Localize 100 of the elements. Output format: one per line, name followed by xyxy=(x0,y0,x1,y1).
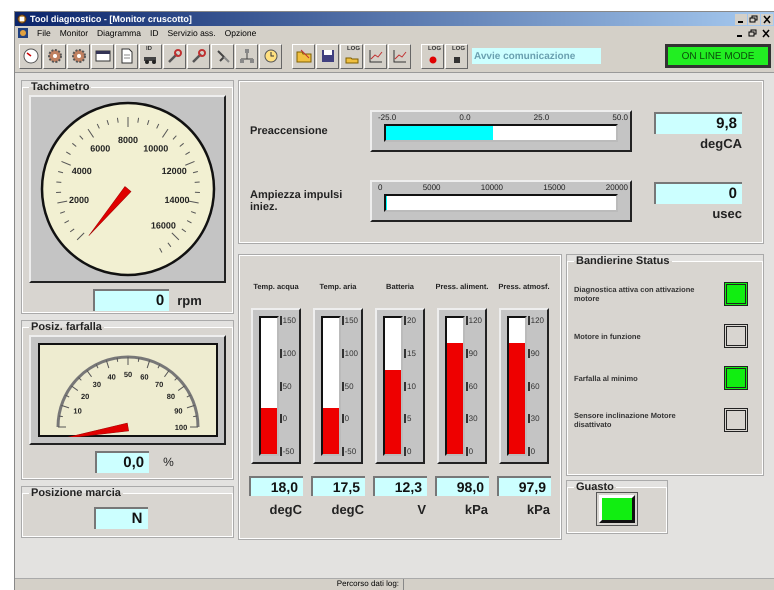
scale-label: 2000 xyxy=(68,194,88,205)
unit-label: usec xyxy=(712,206,742,220)
scale-label: 50 xyxy=(280,382,296,390)
close-icon[interactable] xyxy=(760,28,772,38)
scale-label: 6000 xyxy=(90,143,110,154)
panel-title: Posiz. farfalla xyxy=(30,321,103,333)
toolbar-button[interactable] xyxy=(388,44,411,68)
panel-title: Posizione marcia xyxy=(30,487,122,499)
restore-icon[interactable] xyxy=(748,14,760,24)
value-display: N xyxy=(94,507,148,529)
toolbar-button[interactable] xyxy=(43,44,66,68)
scale-label: -50 xyxy=(280,447,296,456)
scale-label: 90 xyxy=(466,348,482,358)
scale-label: 0 xyxy=(378,183,382,192)
gear-icon xyxy=(70,47,88,65)
network-icon xyxy=(238,47,256,65)
unit-label: kPa xyxy=(526,502,550,517)
stop-icon xyxy=(452,56,460,64)
value-display: 0,0 xyxy=(95,451,150,473)
scale-label: 15000 xyxy=(543,183,566,192)
meter-label: Ampiezza impulsi iniez. xyxy=(250,189,344,213)
scale-label: 0 xyxy=(342,414,358,424)
mode-indicator: ON LINE MODE xyxy=(665,44,771,68)
unit-label: rpm xyxy=(177,292,202,308)
scale-label: -25.0 xyxy=(378,113,396,122)
toolbar-button[interactable] xyxy=(115,44,138,68)
scale-label: 150 xyxy=(280,316,296,325)
record-icon xyxy=(428,56,436,64)
scale-label: 0.0 xyxy=(459,113,471,122)
document-window-icon xyxy=(18,28,28,38)
scale-label: 12000 xyxy=(161,166,186,176)
menu-item[interactable]: Monitor xyxy=(60,28,88,38)
scale-label: 14000 xyxy=(164,194,190,205)
restore-icon[interactable] xyxy=(747,28,759,38)
window-title: Tool diagnostico - [Monitor cruscotto] xyxy=(30,14,193,24)
clock-icon xyxy=(262,47,280,65)
menu-item[interactable]: Servizio ass. xyxy=(167,28,216,38)
toolbar-button[interactable] xyxy=(235,44,258,68)
scale-label: 0 xyxy=(528,447,544,456)
value-display: 18,0 xyxy=(249,476,303,496)
menu-item[interactable]: Opzione xyxy=(224,28,256,38)
toolbar-button[interactable] xyxy=(259,44,282,68)
close-icon[interactable] xyxy=(761,14,773,24)
scale-label: 0 xyxy=(404,447,416,456)
scale-label: 20000 xyxy=(606,183,628,192)
status-field: Avvie comunicazione xyxy=(472,48,601,64)
scale-label: 15 xyxy=(404,348,416,358)
scale-label: 20 xyxy=(404,316,416,325)
scale-label: 10000 xyxy=(142,143,168,154)
menu-item[interactable]: Diagramma xyxy=(97,28,141,38)
wrench-icon xyxy=(190,47,208,65)
scale-label: -50 xyxy=(342,447,358,456)
toolbar-button[interactable] xyxy=(316,44,339,68)
scale-label: 100 xyxy=(280,348,296,358)
unit-label: degC xyxy=(332,502,364,517)
scale-label: 60 xyxy=(466,382,482,390)
scale-label: 4000 xyxy=(71,166,92,176)
status-bar-text: Percorso dati log: xyxy=(15,579,404,590)
toolbar-button[interactable] xyxy=(292,44,315,68)
value-display: 9,8 xyxy=(654,112,742,134)
meter-label: Preaccensione xyxy=(250,125,329,137)
app-icon xyxy=(17,14,27,24)
toolbar-button[interactable] xyxy=(19,44,42,68)
scale-label: 5 xyxy=(404,414,416,424)
toolbar-button[interactable] xyxy=(91,44,114,68)
panel-title: Bandierine Status xyxy=(575,255,671,267)
panel-title: Tachimetro xyxy=(30,81,90,93)
scale-label: 30 xyxy=(466,414,482,424)
value-display: 0 xyxy=(654,182,742,204)
scale-label: 60 xyxy=(528,382,544,390)
toolbar-button[interactable] xyxy=(187,44,210,68)
gear-icon xyxy=(46,47,64,65)
unit-label: kPa xyxy=(464,502,488,517)
toolbar-button[interactable] xyxy=(211,44,234,68)
car-icon xyxy=(143,56,158,64)
scale-label: 120 xyxy=(466,316,482,325)
scale-label: 5000 xyxy=(422,183,440,192)
menu-item[interactable]: File xyxy=(37,28,51,38)
value-display: 97,9 xyxy=(497,476,551,496)
value-display: 0 xyxy=(93,289,170,311)
toolbar-button[interactable] xyxy=(67,44,90,68)
scale-label: 25.0 xyxy=(534,113,550,122)
minimize-icon[interactable] xyxy=(735,14,747,24)
unit-label: degCA xyxy=(700,136,742,150)
panel-title: Guasto xyxy=(575,481,615,493)
value-display: 17,5 xyxy=(311,476,365,496)
toolbar-button[interactable] xyxy=(364,44,387,68)
toolbar-button[interactable] xyxy=(163,44,186,68)
folder-icon xyxy=(294,47,312,65)
unit-label: % xyxy=(163,455,174,469)
scale-label: 0 xyxy=(466,447,482,456)
chart-icon xyxy=(390,47,408,65)
scale-label: 50.0 xyxy=(612,113,628,122)
scale-label: 30 xyxy=(528,414,544,424)
value-display: 12,3 xyxy=(373,476,427,496)
scale-label: 16000 xyxy=(150,220,176,230)
menu-item[interactable]: ID xyxy=(150,28,158,38)
scale-label: 120 xyxy=(528,316,544,325)
chart-icon xyxy=(366,47,384,65)
scale-label: 50 xyxy=(342,382,358,390)
